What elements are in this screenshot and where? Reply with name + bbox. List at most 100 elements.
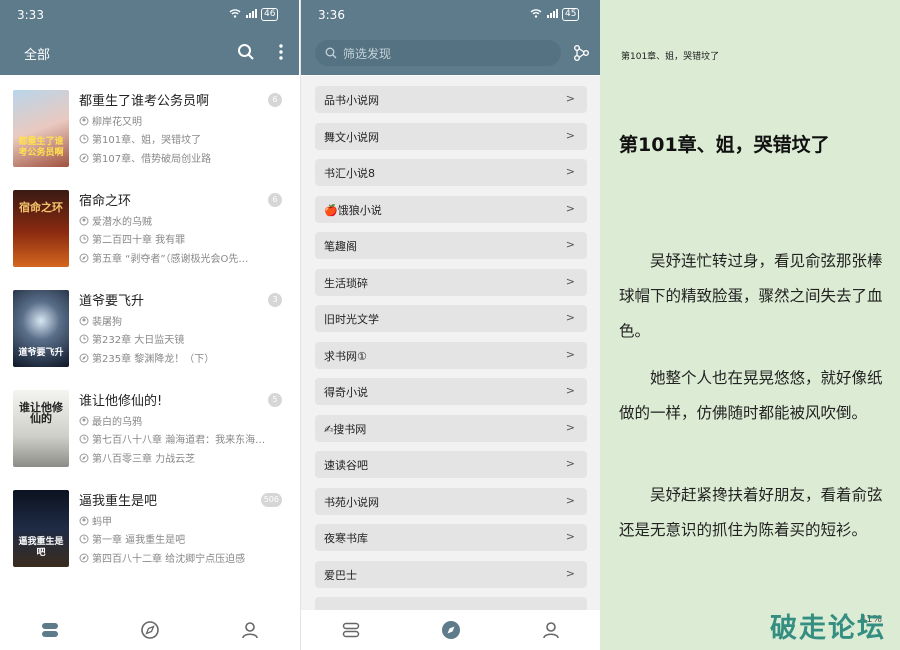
clock-icon	[79, 334, 89, 343]
bookshelf-icon[interactable]	[341, 620, 361, 640]
status-time: 3:36	[318, 8, 345, 22]
compass-icon[interactable]	[441, 620, 461, 640]
wifi-icon	[229, 8, 241, 21]
book-current-chapter: 第一章 逼我重生是吧	[79, 531, 279, 546]
bookshelf-screen: 3:33 46 全部 都重生了谁考公务员啊 都重生了谁考公务员啊 6 柳岸花又明…	[0, 0, 299, 650]
chapter-title: 第101章、姐，哭错坟了	[619, 134, 830, 156]
watermark: 破走论坛	[770, 613, 886, 644]
source-item[interactable]: 笔趣阁 >	[315, 232, 587, 259]
book-cover: 谁让他修仙的	[13, 390, 69, 467]
discovery-screen: 3:36 45 筛选发现 品书小说网 > 舞文小说网 > 书汇小说8 > 🍎饿狼小说 >…	[300, 0, 600, 650]
bottom-nav	[0, 610, 299, 650]
chevron-right-icon: >	[565, 457, 575, 470]
book-current-chapter: 第七百八十八章 瀚海道君：我来东海…	[79, 431, 279, 446]
wifi-icon	[530, 8, 542, 21]
book-author: 蚂甲	[79, 513, 279, 528]
source-item[interactable]: 生活琐碎 >	[315, 269, 587, 296]
book-cover: 宿命之环	[13, 190, 69, 267]
source-item[interactable]: 旧时光文学 >	[315, 305, 587, 332]
status-bar: 3:33 46	[0, 0, 299, 28]
book-author: 最白的乌鸦	[79, 413, 279, 428]
paragraph: 吴妤连忙转过身，看见俞弦那张棒球帽下的精致脸蛋，骤然之间失去了血色。	[619, 252, 883, 340]
bookshelf-icon[interactable]	[40, 620, 60, 640]
book-current-chapter: 第二百四十章 我有罪	[79, 231, 279, 246]
source-item[interactable]: 🍎饿狼小说 >	[315, 196, 587, 223]
status-bar: 3:36 45	[301, 0, 600, 28]
unread-badge: 6	[268, 193, 282, 207]
book-author: 柳岸花又明	[79, 113, 279, 128]
signal-icon	[546, 8, 558, 21]
chevron-right-icon: >	[565, 238, 575, 251]
compass-small-icon	[79, 553, 89, 562]
page-title[interactable]: 全部	[24, 44, 50, 63]
status-time: 3:33	[17, 8, 44, 22]
compass-icon[interactable]	[140, 620, 160, 640]
book-item[interactable]: 都重生了谁考公务员啊 都重生了谁考公务员啊 6 柳岸花又明 第101章、姐，哭错…	[0, 90, 299, 190]
more-vert-icon[interactable]	[270, 41, 292, 63]
book-cover: 逼我重生是吧	[13, 490, 69, 567]
book-title: 谁让他修仙的!	[79, 394, 163, 409]
unread-badge: 5	[268, 393, 282, 407]
book-title: 逼我重生是吧	[79, 494, 158, 509]
book-title: 道爷要飞升	[79, 294, 145, 309]
book-cover: 都重生了谁考公务员啊	[13, 90, 69, 167]
source-item[interactable]: 求书网① >	[315, 342, 587, 369]
book-author: 裴屠狗	[79, 313, 279, 328]
chevron-right-icon: >	[565, 567, 575, 580]
chevron-right-icon: >	[565, 202, 575, 215]
source-item[interactable]: 书汇小说8 >	[315, 159, 587, 186]
author-icon	[79, 216, 89, 225]
source-item[interactable]: 夜寒书库 >	[315, 524, 587, 551]
compass-small-icon	[79, 453, 89, 462]
unread-badge: 506	[260, 493, 282, 507]
clock-icon	[79, 234, 89, 243]
chevron-right-icon: >	[565, 92, 575, 105]
source-item[interactable]: 书苑小说网 >	[315, 488, 587, 515]
author-icon	[79, 316, 89, 325]
source-item[interactable]: 得奇小说 >	[315, 378, 587, 405]
search-icon	[325, 47, 337, 59]
battery-icon: 45	[562, 8, 580, 21]
battery-icon: 46	[261, 8, 279, 21]
book-author: 爱潜水的乌贼	[79, 213, 279, 228]
status-icons: 46	[229, 8, 279, 21]
book-item[interactable]: 谁让他修仙的 谁让他修仙的! 5 最白的乌鸦 第七百八十八章 瀚海道君：我来东海…	[0, 390, 299, 490]
book-item[interactable]: 道爷要飞升 道爷要飞升 3 裴屠狗 第232章 大日监天镜 第235章 黎渊降龙…	[0, 290, 299, 390]
chevron-right-icon: >	[565, 275, 575, 288]
source-item[interactable]: 速读谷吧 >	[315, 451, 587, 478]
book-current-chapter: 第101章、姐，哭错坟了	[79, 131, 279, 146]
unread-badge: 3	[268, 293, 282, 307]
compass-small-icon	[79, 353, 89, 362]
person-icon[interactable]	[240, 620, 260, 640]
book-latest-chapter: 第107章、借势破局创业路	[79, 150, 279, 165]
book-latest-chapter: 第八百零三章 力战云芝	[79, 450, 279, 465]
source-item-partial[interactable]	[315, 597, 587, 610]
book-current-chapter: 第232章 大日监天镜	[79, 331, 279, 346]
search-placeholder: 筛选发现	[343, 46, 392, 61]
search-input[interactable]: 筛选发现	[315, 40, 561, 66]
app-bar: 3:36 45 筛选发现	[301, 0, 600, 75]
compass-small-icon	[79, 253, 89, 262]
reader-header: 第101章、姐，哭错坟了	[621, 52, 720, 62]
source-item[interactable]: 品书小说网 >	[315, 86, 587, 113]
paragraph: 她整个人也在晃晃悠悠，就好像纸做的一样，仿佛随时都能被风吹倒。	[619, 369, 883, 422]
book-title: 都重生了谁考公务员啊	[79, 94, 210, 109]
source-item[interactable]: 舞文小说网 >	[315, 123, 587, 150]
search-icon[interactable]	[235, 41, 257, 63]
chevron-right-icon: >	[565, 165, 575, 178]
app-bar: 3:33 46 全部	[0, 0, 299, 75]
status-icons: 45	[530, 8, 580, 21]
person-icon[interactable]	[541, 620, 561, 640]
chevron-right-icon: >	[565, 129, 575, 142]
source-item[interactable]: ✍搜书网 >	[315, 415, 587, 442]
reader-screen[interactable]: 第101章、姐，哭错坟了 第101章、姐，哭错坟了 吴妤连忙转过身，看见俞弦那张…	[600, 0, 900, 650]
book-item[interactable]: 逼我重生是吧 逼我重生是吧 506 蚂甲 第一章 逼我重生是吧 第四百八十二章 …	[0, 490, 299, 590]
source-item[interactable]: 爱巴士 >	[315, 561, 587, 588]
bottom-nav	[301, 610, 600, 650]
signal-icon	[245, 8, 257, 21]
chevron-right-icon: >	[565, 348, 575, 361]
book-item[interactable]: 宿命之环 宿命之环 6 爱潜水的乌贼 第二百四十章 我有罪 第五章 “剥夺者”（…	[0, 190, 299, 290]
clock-icon	[79, 134, 89, 143]
compass-small-icon	[79, 153, 89, 162]
sitemap-icon[interactable]	[570, 42, 592, 64]
